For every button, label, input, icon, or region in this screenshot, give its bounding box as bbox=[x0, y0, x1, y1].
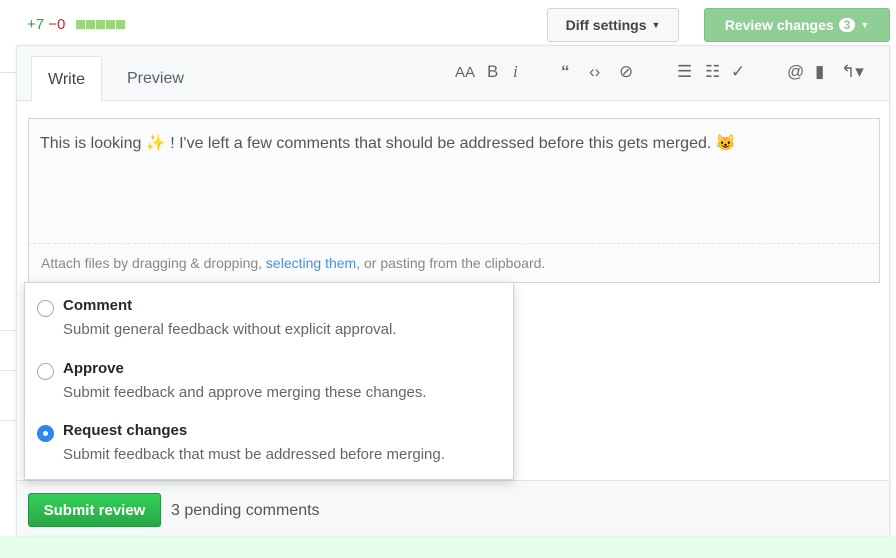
additions: +7 bbox=[27, 16, 45, 33]
text-size-icon[interactable]: AA bbox=[455, 64, 475, 81]
option-desc: Submit general feedback without explicit… bbox=[63, 321, 397, 338]
option-title: Request changes bbox=[63, 422, 188, 439]
task-list-icon[interactable]: ✓ bbox=[731, 62, 745, 82]
diff-stats: +7 −0 bbox=[27, 16, 126, 33]
diff-line bbox=[0, 370, 16, 371]
submit-review-button[interactable]: Submit review bbox=[28, 493, 161, 527]
caret-down-icon: ▼ bbox=[860, 20, 870, 30]
mention-icon[interactable]: @ bbox=[787, 62, 804, 82]
option-approve[interactable]: Approve Submit feedback and approve merg… bbox=[37, 360, 427, 401]
option-title: Comment bbox=[63, 297, 133, 314]
review-footer: Submit review 3 pending comments bbox=[17, 480, 889, 535]
reply-icon[interactable]: ↰▾ bbox=[841, 62, 864, 82]
review-type-options: Comment Submit general feedback without … bbox=[24, 282, 514, 480]
radio-request-changes[interactable] bbox=[37, 425, 54, 442]
deletions: −0 bbox=[48, 16, 66, 33]
diff-line bbox=[0, 330, 16, 331]
numbered-list-icon[interactable]: ☷ bbox=[705, 62, 720, 82]
comment-textarea[interactable]: This is looking ✨ ! I've left a few comm… bbox=[28, 118, 880, 243]
saved-reply-icon[interactable]: ▮ bbox=[815, 62, 824, 82]
bulleted-list-icon[interactable]: ☰ bbox=[677, 62, 692, 82]
tab-preview[interactable]: Preview bbox=[111, 56, 200, 102]
diff-line bbox=[0, 420, 16, 421]
radio-comment[interactable] bbox=[37, 300, 54, 317]
attach-prefix: Attach files by dragging & dropping, bbox=[41, 255, 266, 271]
diff-added-line bbox=[0, 536, 896, 558]
diff-line bbox=[0, 72, 16, 73]
option-desc: Submit feedback and approve merging thes… bbox=[63, 384, 427, 401]
option-desc: Submit feedback that must be addressed b… bbox=[63, 446, 445, 463]
review-changes-label: Review changes bbox=[724, 17, 834, 33]
option-comment[interactable]: Comment Submit general feedback without … bbox=[37, 297, 397, 338]
quote-icon[interactable]: “ bbox=[561, 62, 570, 82]
editor-tabs: Write Preview AA B i “ ‹› ⊘ ☰ ☷ ✓ @ ▮ ↰▾ bbox=[17, 46, 889, 102]
diff-settings-button[interactable]: Diff settings ▼ bbox=[547, 8, 679, 42]
attach-suffix: , or pasting from the clipboard. bbox=[356, 255, 546, 271]
pending-comments: 3 pending comments bbox=[171, 502, 320, 519]
select-files-link[interactable]: selecting them bbox=[266, 255, 356, 271]
review-count-badge: 3 bbox=[838, 18, 856, 32]
code-icon[interactable]: ‹› bbox=[589, 62, 600, 82]
option-request-changes[interactable]: Request changes Submit feedback that mus… bbox=[37, 422, 445, 463]
link-icon[interactable]: ⊘ bbox=[619, 62, 633, 82]
bold-icon[interactable]: B bbox=[487, 62, 498, 82]
italic-icon[interactable]: i bbox=[513, 62, 518, 82]
caret-down-icon: ▼ bbox=[651, 20, 661, 30]
diffstat-blocks bbox=[75, 16, 126, 33]
review-changes-button[interactable]: Review changes 3 ▼ bbox=[704, 8, 890, 42]
attach-files-hint: Attach files by dragging & dropping, sel… bbox=[28, 243, 880, 283]
tab-write[interactable]: Write bbox=[31, 56, 103, 102]
option-title: Approve bbox=[63, 360, 124, 377]
diff-settings-label: Diff settings bbox=[565, 17, 647, 33]
radio-approve[interactable] bbox=[37, 363, 54, 380]
